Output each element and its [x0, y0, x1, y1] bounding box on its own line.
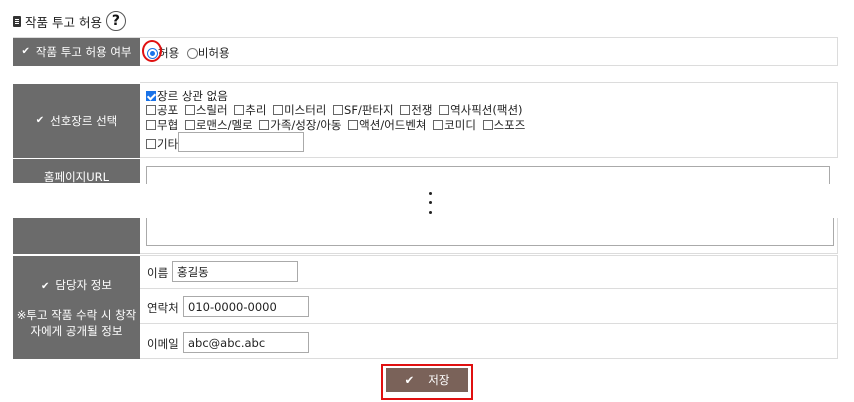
email-input[interactable] — [183, 332, 309, 353]
genre-label-cell: ✔ 선호장르 선택 — [13, 82, 140, 158]
genre-checkbox[interactable] — [482, 120, 493, 130]
genre-label: 가족/성장/아동 — [270, 118, 342, 132]
homepage-textarea-top[interactable] — [146, 166, 830, 184]
ellipsis-dot — [429, 211, 432, 214]
genre-checkbox[interactable] — [184, 105, 195, 115]
genre-checkbox[interactable] — [348, 120, 359, 130]
genre-checkbox[interactable] — [146, 120, 156, 130]
genre-line-other: 기타 — [146, 136, 178, 152]
genre-label: 미스터리 — [284, 103, 327, 117]
allow-label-cell: ✔ 작품 투고 허용 여부 — [13, 38, 140, 66]
genre-checkbox[interactable] — [259, 120, 270, 130]
highlight-circle — [142, 40, 162, 62]
genre-checkbox[interactable] — [333, 105, 344, 115]
genre-checkbox[interactable] — [273, 105, 284, 115]
section-title: 작품 투고 허용 — [25, 14, 102, 30]
genre-label: 스릴러 — [195, 103, 228, 117]
genre-label: 코미디 — [444, 118, 476, 132]
genre-checkbox-any[interactable] — [146, 91, 156, 101]
allow-label: 작품 투고 허용 여부 — [35, 45, 132, 59]
homepage-label-cell-continued — [13, 218, 140, 254]
genre-checkbox[interactable] — [400, 105, 411, 115]
homepage-label: 홈페이지URL — [43, 170, 110, 183]
ellipsis-dot — [429, 192, 432, 195]
genre-checkbox[interactable] — [433, 120, 444, 130]
genre-label: SF/판타지 — [344, 103, 394, 117]
genre-checkbox[interactable] — [234, 105, 245, 115]
genre-checkbox-other[interactable] — [146, 139, 156, 149]
disallow-radio[interactable] — [186, 48, 198, 59]
genre-checkbox[interactable] — [146, 105, 156, 115]
homepage-label-cell: 홈페이지URL — [13, 159, 140, 183]
homepage-textarea-bottom[interactable] — [146, 218, 834, 246]
email-label: 이메일 — [147, 337, 179, 351]
genre-checkbox[interactable] — [439, 105, 450, 115]
contact-label: 담당자 정보 — [55, 277, 112, 292]
phone-label: 연락처 — [147, 301, 179, 315]
genre-label: 액션/어드벤쳐 — [359, 118, 427, 132]
contact-note-line-1: ※투고 작품 수락 시 창작 — [16, 307, 137, 322]
help-question-icon[interactable]: ? — [105, 11, 126, 31]
genre-line-3: 무협 로맨스/멜로 가족/성장/아동 액션/어드벤쳐 코미디 스포즈 — [146, 117, 528, 133]
checkmark-icon: ✔ — [41, 280, 50, 292]
genre-label: 스포즈 — [493, 118, 526, 132]
genre-any-label: 장르 상관 없음 — [157, 89, 228, 103]
name-label: 이름 — [147, 266, 169, 280]
document-icon — [13, 15, 21, 27]
genre-line-2: 공포 스릴러 추리 미스터리 SF/판타지 전쟁 역사픽션(팩션) — [146, 102, 526, 118]
genre-label: 로맨스/멜로 — [195, 118, 253, 132]
disallow-option-label: 비허용 — [197, 46, 230, 60]
checkmark-icon: ✔ — [35, 115, 45, 126]
phone-input[interactable] — [183, 296, 309, 317]
genre-label: 공포 — [157, 103, 179, 117]
genre-checkbox[interactable] — [184, 120, 195, 130]
genre-label: 무협 — [157, 118, 179, 132]
genre-other-input[interactable] — [178, 132, 304, 152]
name-input[interactable] — [172, 261, 298, 282]
ellipsis-dot — [429, 201, 432, 204]
checkmark-icon: ✔ — [21, 46, 30, 57]
genre-label: 역사픽션(팩션) — [450, 103, 523, 117]
highlight-box — [381, 364, 473, 400]
genre-other-label: 기타 — [157, 137, 179, 151]
allow-value-cell — [140, 38, 838, 66]
genre-label: 추리 — [245, 103, 267, 117]
genre-label: 전쟁 — [411, 103, 433, 117]
section-header: 작품 투고 허용 ? — [13, 10, 126, 32]
contact-note-line-2: 자에게 공개될 정보 — [30, 323, 123, 338]
genre-label: 선호장르 선택 — [50, 114, 118, 128]
contact-label-cell: ✔ 담당자 정보 ※투고 작품 수락 시 창작 자에게 공개될 정보 — [13, 255, 140, 359]
